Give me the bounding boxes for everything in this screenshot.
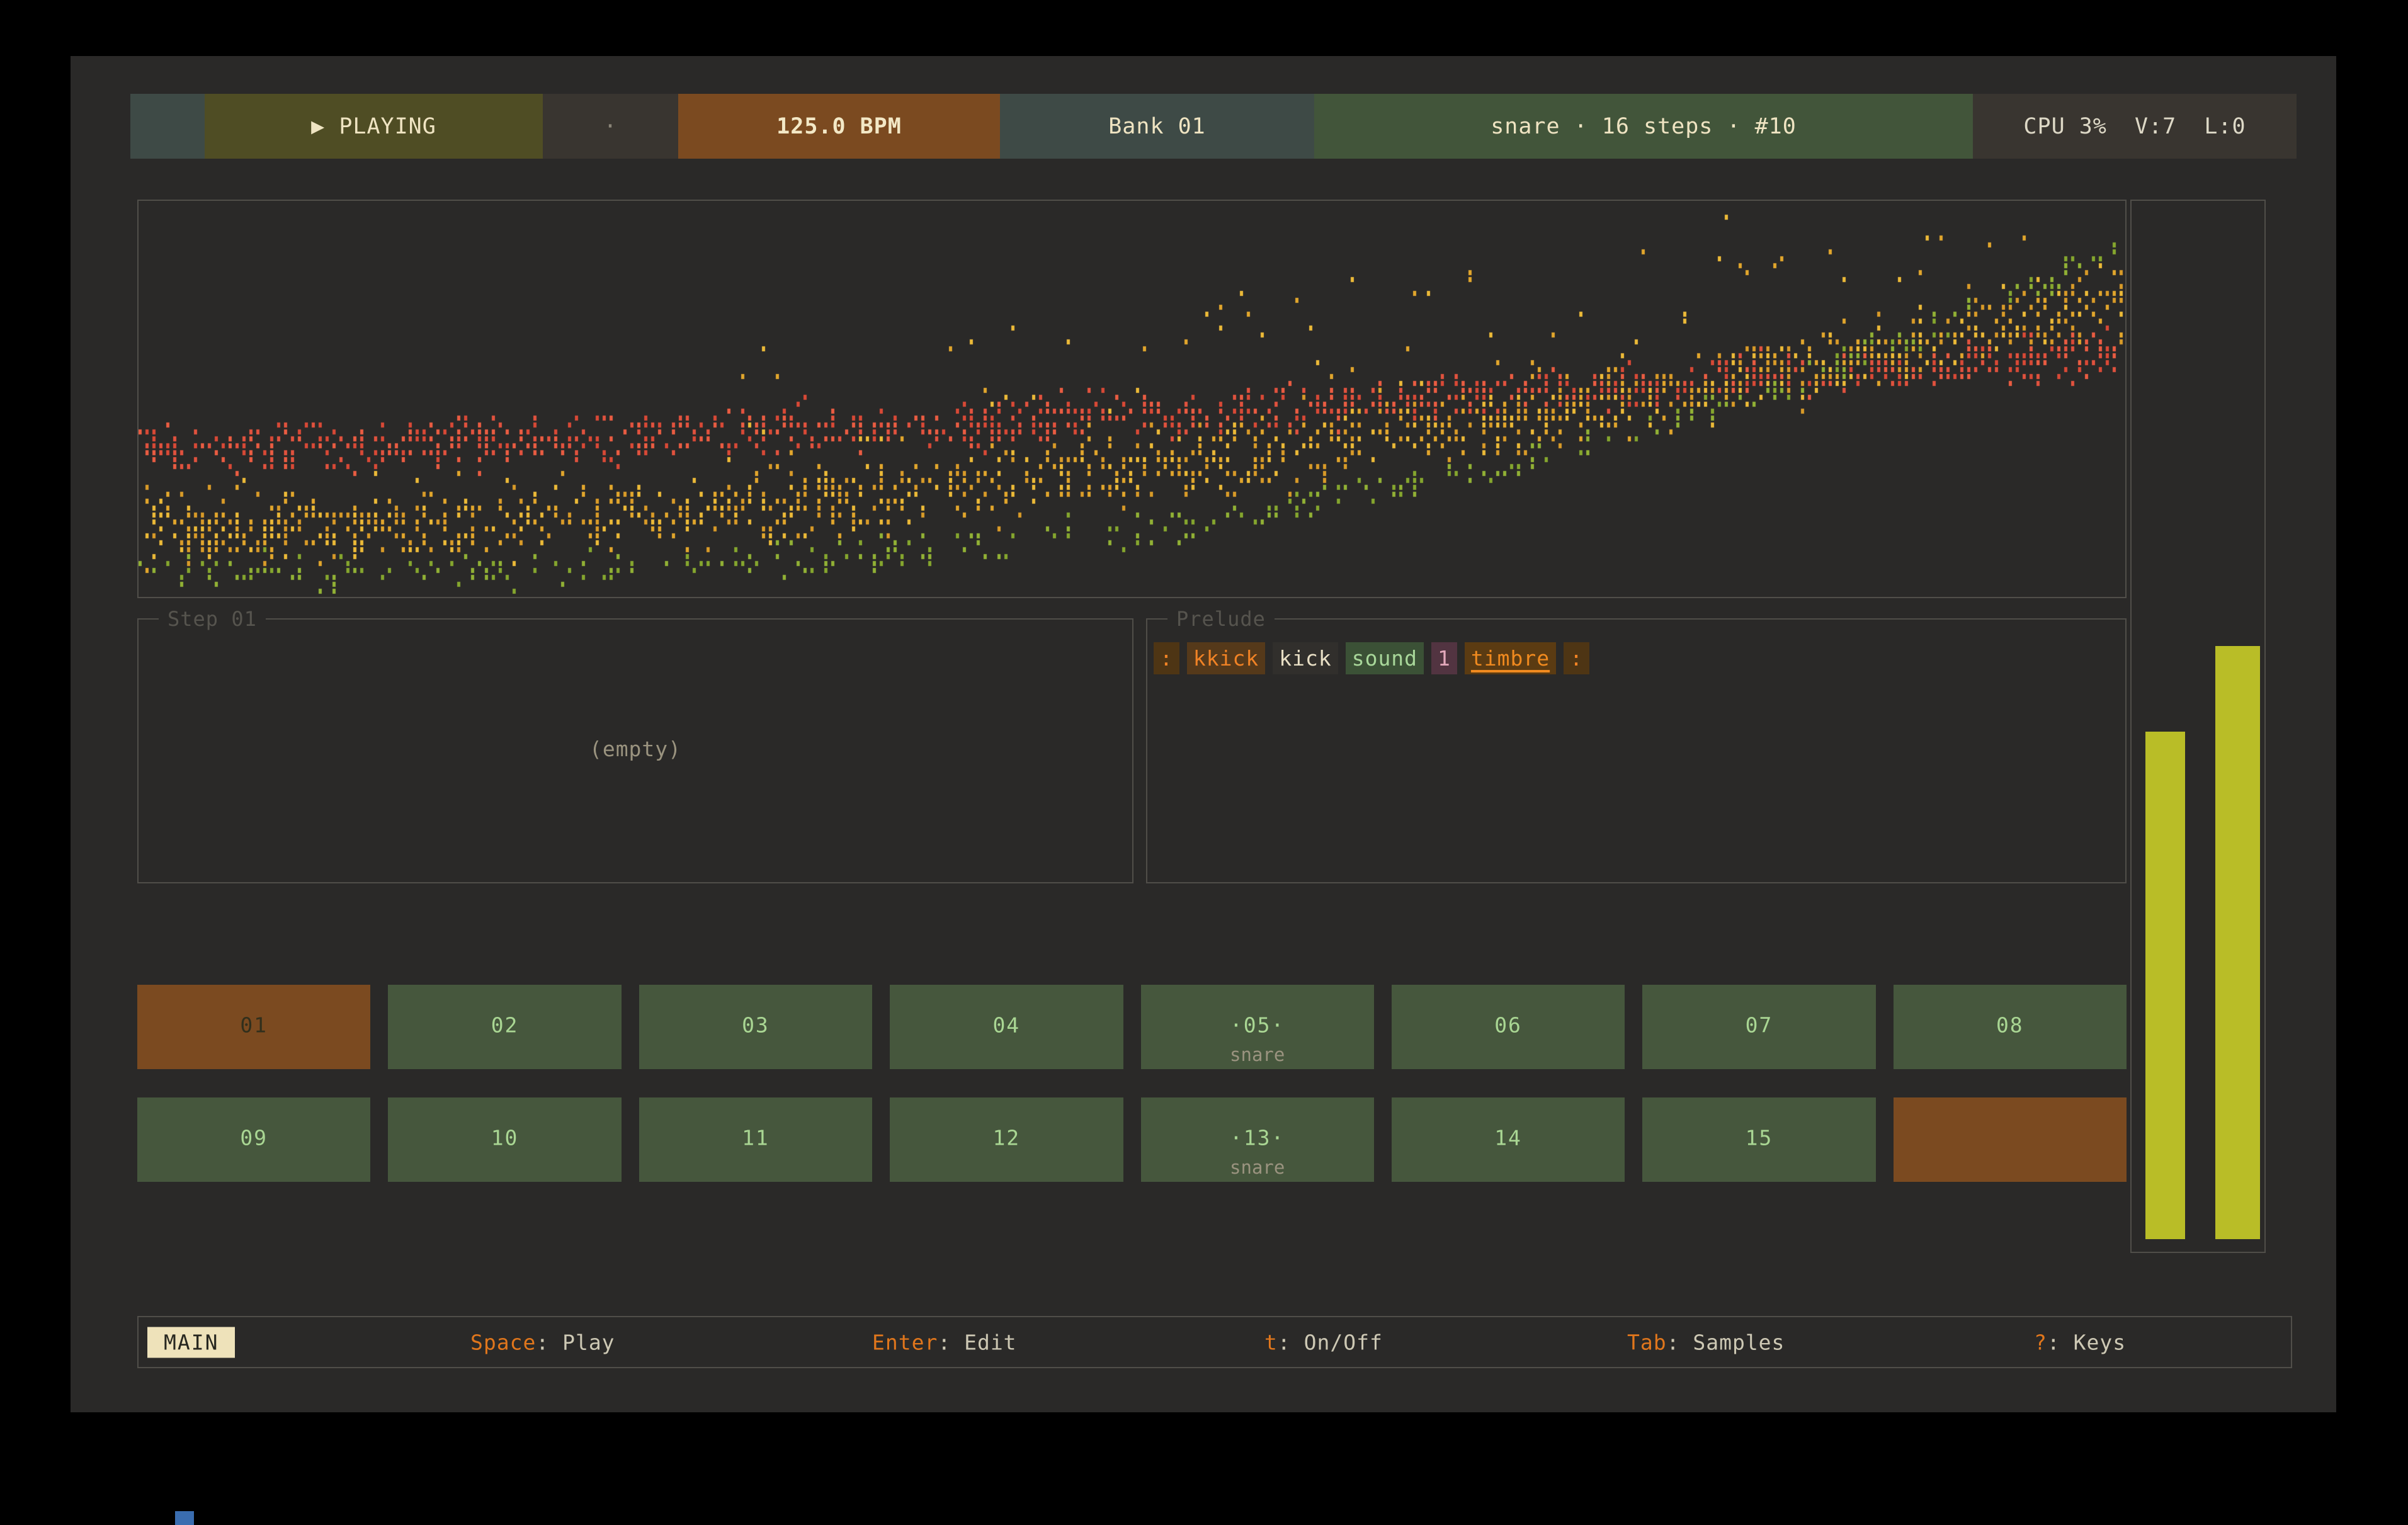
step-number: 15 (1642, 1125, 1875, 1150)
step-button-07[interactable]: 07 (1642, 985, 1875, 1069)
help-key: Enter (872, 1330, 938, 1354)
prelude-token-timbre[interactable]: timbre (1465, 642, 1556, 674)
step-button-08[interactable]: 08 (1894, 985, 2127, 1069)
step-sample-label: snare (1141, 1044, 1374, 1065)
step-number: 03 (639, 1012, 872, 1037)
level-meter-panel (2130, 200, 2266, 1253)
step-button-02[interactable]: 02 (388, 985, 621, 1069)
help-item-space: Space: Play (470, 1330, 615, 1354)
step-number: ·13· (1141, 1125, 1374, 1150)
help-desc: : Play (536, 1330, 615, 1354)
prelude-panel: Prelude :kkickkicksound1timbre: (1146, 618, 2127, 883)
step-button-09[interactable]: 09 (137, 1097, 370, 1182)
step-number: 02 (388, 1012, 621, 1037)
step-grid: 01 02 03 04 ·05· snare 06 07 08 09 10 11 12 ·13· snare… (137, 985, 2127, 1182)
prelude-code[interactable]: :kkickkicksound1timbre: (1154, 642, 1589, 674)
prelude-token-colon[interactable]: : (1564, 642, 1589, 674)
help-desc: : Samples (1667, 1330, 1785, 1354)
step-number: 10 (388, 1125, 621, 1150)
status-bar: ▶ PLAYING·125.0 BPMBank 01snare · 16 ste… (130, 94, 2297, 159)
step-detail-title: Step 01 (159, 607, 266, 631)
terminal-cursor (175, 1511, 194, 1525)
step-button-04[interactable]: 04 (890, 985, 1123, 1069)
topbar-bpm[interactable]: 125.0 BPM (678, 94, 1000, 159)
step-number: 14 (1392, 1125, 1625, 1150)
step-number: 04 (890, 1012, 1123, 1037)
meter-right (2215, 646, 2260, 1239)
step-number: ·05· (1141, 1012, 1374, 1037)
step-number: 06 (1392, 1012, 1625, 1037)
step-button-13[interactable]: ·13· snare (1141, 1097, 1374, 1182)
topbar-bank[interactable]: Bank 01 (1000, 94, 1314, 159)
help-desc: : Keys (2047, 1330, 2126, 1354)
screen: ▶ PLAYING·125.0 BPMBank 01snare · 16 ste… (0, 0, 2408, 1525)
help-desc: : On/Off (1278, 1330, 1383, 1354)
topbar-transport-spacer (130, 94, 205, 159)
help-item-enter: Enter: Edit (872, 1330, 1017, 1354)
help-item-question: ?: Keys (2034, 1330, 2126, 1354)
step-button-15[interactable]: 15 (1642, 1097, 1875, 1182)
step-number: 11 (639, 1125, 872, 1150)
step-button-14[interactable]: 14 (1392, 1097, 1625, 1182)
prelude-token-colon[interactable]: : (1154, 642, 1179, 674)
step-detail-panel: Step 01 (empty) (137, 618, 1133, 883)
waveform-display-panel (137, 200, 2127, 598)
prelude-token-kkick[interactable]: kkick (1187, 642, 1265, 674)
prelude-token-kick[interactable]: kick (1273, 642, 1337, 674)
help-key: ? (2034, 1330, 2047, 1354)
step-empty-text: (empty) (139, 737, 1132, 761)
help-key: t (1264, 1330, 1278, 1354)
step-button-blank[interactable] (1894, 1097, 2127, 1182)
step-button-06[interactable]: 06 (1392, 985, 1625, 1069)
step-button-10[interactable]: 10 (388, 1097, 621, 1182)
prelude-token-sound[interactable]: sound (1346, 642, 1424, 674)
help-item-tab: Tab: Samples (1627, 1330, 1785, 1354)
step-button-03[interactable]: 03 (639, 985, 872, 1069)
step-number: 08 (1894, 1012, 2127, 1037)
topbar-system-stats: CPU 3% V:7 L:0 (1973, 94, 2297, 159)
help-bar: MAIN Space: Play Enter: Edit t: On/Off Tab:… (137, 1316, 2292, 1368)
step-number: 07 (1642, 1012, 1875, 1037)
help-desc: : Edit (938, 1330, 1016, 1354)
step-button-12[interactable]: 12 (890, 1097, 1123, 1182)
waveform-scatter (139, 201, 2125, 597)
topbar-track-info[interactable]: snare · 16 steps · #10 (1314, 94, 1973, 159)
step-number: 09 (137, 1125, 370, 1150)
step-button-01[interactable]: 01 (137, 985, 370, 1069)
step-sample-label: snare (1141, 1157, 1374, 1178)
app-window: ▶ PLAYING·125.0 BPMBank 01snare · 16 ste… (71, 56, 2336, 1412)
help-key: Space (470, 1330, 536, 1354)
prelude-token-1[interactable]: 1 (1431, 642, 1457, 674)
step-number: 12 (890, 1125, 1123, 1150)
prelude-title: Prelude (1167, 607, 1275, 631)
help-key: Tab (1627, 1330, 1667, 1354)
mode-badge: MAIN (147, 1327, 235, 1358)
topbar-separator: · (543, 94, 678, 159)
meter-left (2145, 732, 2185, 1239)
help-item-t: t: On/Off (1264, 1330, 1383, 1354)
step-number: 01 (137, 1012, 370, 1037)
topbar-transport-state[interactable]: ▶ PLAYING (205, 94, 543, 159)
step-button-11[interactable]: 11 (639, 1097, 872, 1182)
step-button-05[interactable]: ·05· snare (1141, 985, 1374, 1069)
